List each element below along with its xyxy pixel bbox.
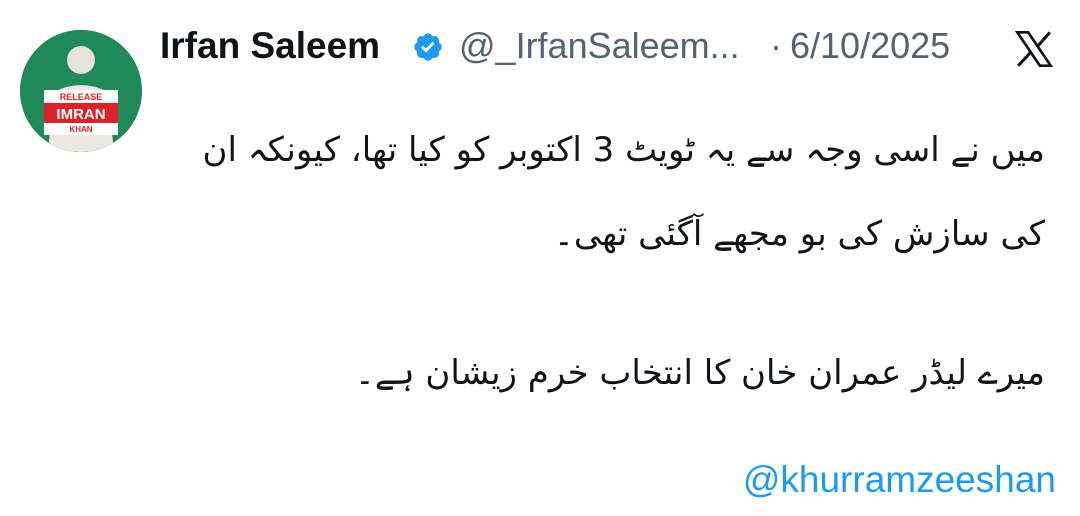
x-logo-icon[interactable]: [1013, 29, 1055, 69]
author-handle[interactable]: @_IrfanSaleem...: [459, 22, 740, 70]
tweet-date[interactable]: 6/10/2025: [790, 22, 950, 70]
author-name[interactable]: Irfan Saleem: [160, 22, 380, 70]
separator-dot: ·: [770, 25, 782, 66]
tweet-body-paragraph-2: میرے لیڈر عمران خان کا انتخاب خرم زیشان …: [354, 353, 1045, 393]
avatar-badge-top: RELEASE: [60, 92, 103, 102]
avatar-badge-main: IMRAN: [56, 106, 105, 123]
verified-badge-icon: [414, 33, 442, 61]
tweet-body-paragraph-1: میں نے اسی وجہ سے یہ ٹویٹ 3 اکتوبر کو کی…: [202, 130, 1045, 254]
mention-link[interactable]: @khurramzeeshan: [743, 458, 1056, 502]
avatar-badge-bottom: KHAN: [69, 125, 92, 134]
avatar[interactable]: RELEASE IMRAN KHAN: [20, 30, 142, 152]
avatar-image: RELEASE IMRAN KHAN: [20, 30, 142, 152]
